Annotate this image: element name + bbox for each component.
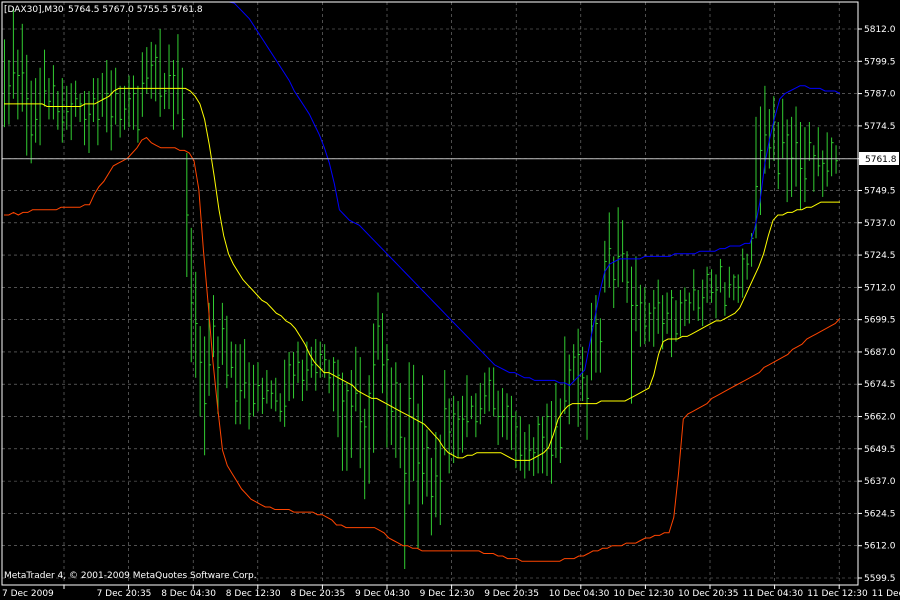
x-tick-label: 11 Dec 12:30 (807, 589, 868, 599)
y-tick-label: 5724.5 (864, 251, 896, 261)
y-tick-label: 5774.5 (864, 122, 896, 132)
copyright-footer: MetaTrader 4, © 2001-2009 MetaQuotes Sof… (4, 571, 257, 581)
y-tick-label: 5662.0 (864, 413, 896, 423)
chart-ohlc-values: 5764.5 5767.0 5755.5 5761.8 (68, 5, 203, 15)
x-tick-label: 11 Dec 20:35 (872, 589, 900, 599)
y-tick-label: 5612.0 (864, 542, 896, 552)
y-tick-label: 5812.0 (864, 25, 896, 35)
price-chart[interactable]: 5812.0 5799.5 5787.0 5774.5 5749.5 5737.0 5724… (0, 0, 900, 600)
y-tick-label: 5674.5 (864, 380, 896, 390)
x-tick-label: 9 Dec 12:30 (420, 589, 475, 599)
x-tick-label: 11 Dec 04:30 (743, 589, 804, 599)
y-tick-label: 5599.5 (864, 574, 896, 584)
y-tick-label: 5649.5 (864, 445, 896, 455)
x-tick-label: 9 Dec 04:30 (355, 589, 410, 599)
x-tick-label: 8 Dec 04:30 (161, 589, 216, 599)
x-tick-label: 7 Dec 20:35 (97, 589, 152, 599)
y-tick-label: 5749.5 (864, 186, 896, 196)
y-tick-label: 5712.0 (864, 283, 896, 293)
indicator-upper-line (4, 1, 841, 387)
y-tick-label: 5737.0 (864, 219, 896, 229)
x-tick-label: 10 Dec 20:35 (678, 589, 739, 599)
y-tick-label: 5687.0 (864, 348, 896, 358)
x-tick-label: 7 Dec 2009 (2, 589, 54, 599)
x-tick-label: 9 Dec 20:35 (484, 589, 539, 599)
y-tick-label: 5799.5 (864, 57, 896, 67)
chart-symbol-title: [DAX30],M30 (4, 5, 64, 15)
y-tick-label: 5637.0 (864, 477, 896, 487)
x-tick-label: 8 Dec 12:30 (226, 589, 281, 599)
y-tick-label: 5624.5 (864, 509, 896, 519)
y-tick-label: 5787.0 (864, 90, 896, 100)
current-price-label: 5761.8 (865, 155, 897, 165)
chart-window[interactable]: 5812.0 5799.5 5787.0 5774.5 5749.5 5737.0 5724… (0, 0, 900, 600)
x-tick-label: 8 Dec 20:35 (290, 589, 345, 599)
y-tick-label: 5699.5 (864, 316, 896, 326)
x-tick-label: 10 Dec 12:30 (613, 589, 674, 599)
x-tick-label: 10 Dec 04:30 (549, 589, 610, 599)
